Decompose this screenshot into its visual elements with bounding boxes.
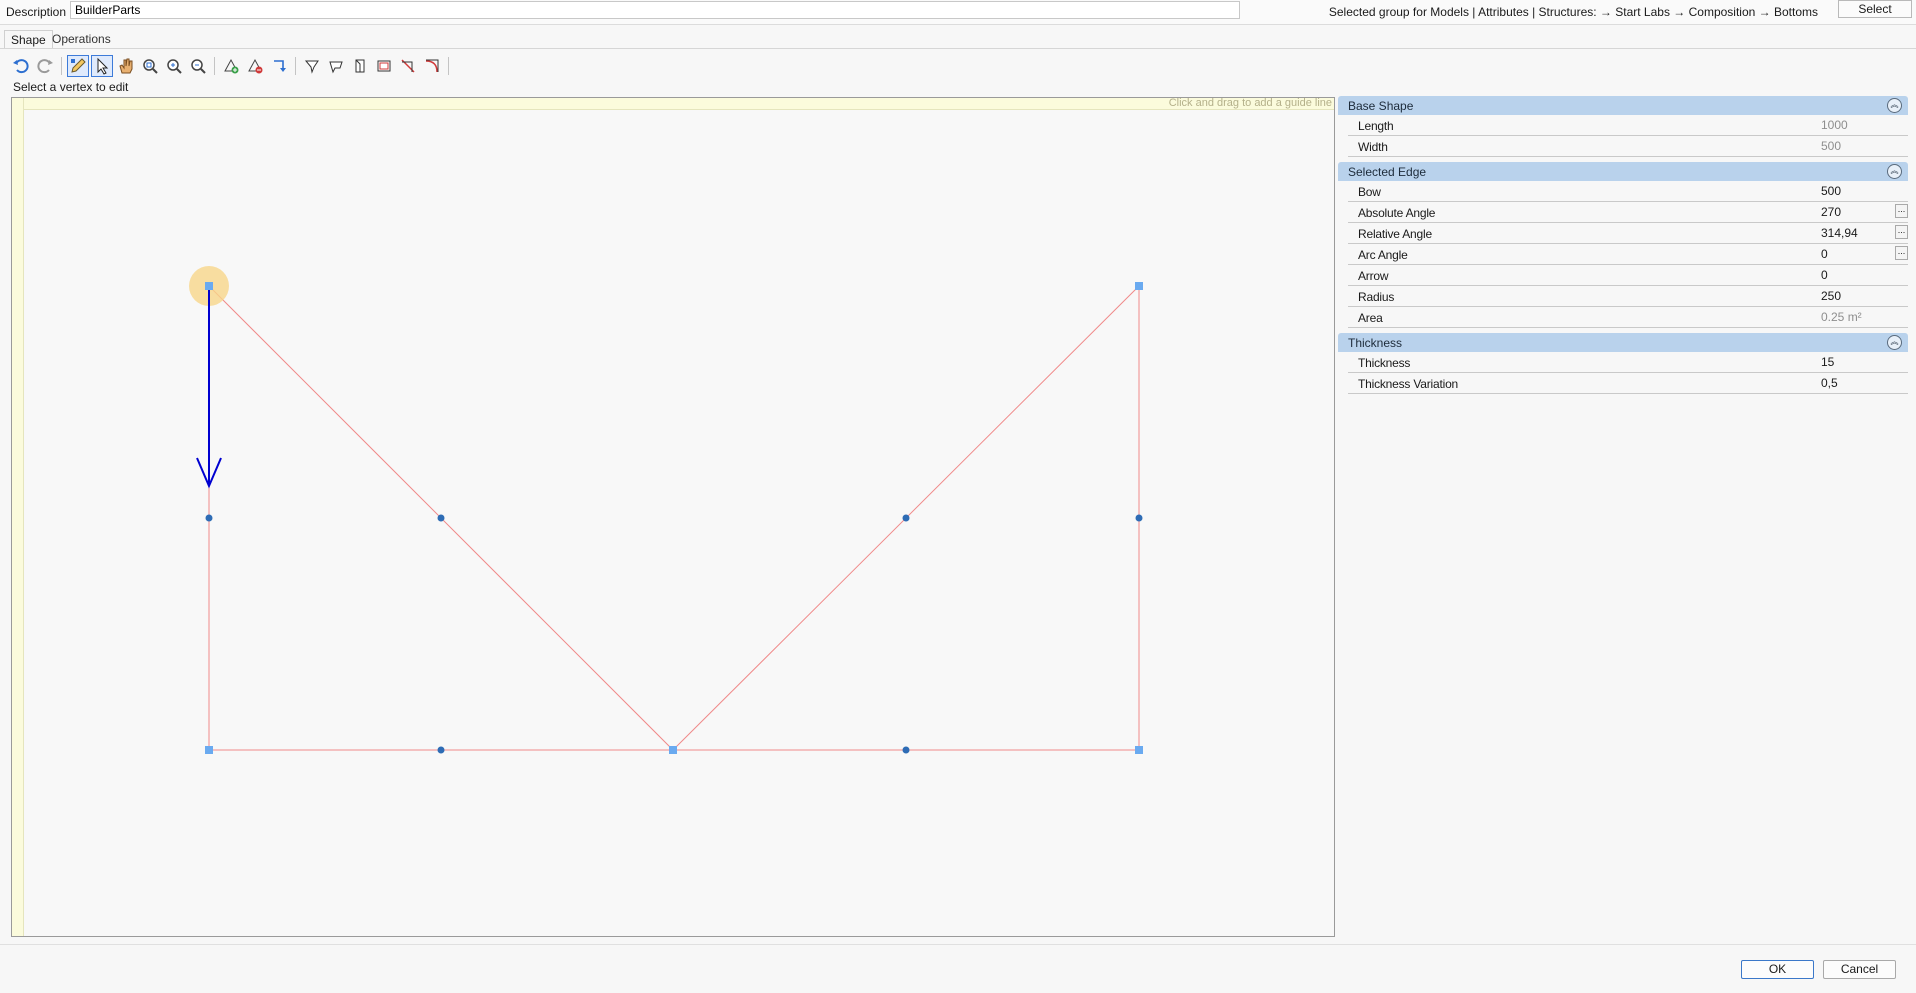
property-row-bow[interactable]: Bow 500: [1348, 181, 1908, 202]
remove-vertex-icon[interactable]: [244, 55, 266, 77]
undo-icon[interactable]: [10, 55, 32, 77]
toolbar: [10, 54, 452, 78]
select-button[interactable]: Select: [1838, 0, 1912, 18]
property-value[interactable]: 250: [1821, 289, 1841, 303]
property-value[interactable]: 0,5: [1821, 376, 1838, 390]
property-label: Relative Angle: [1358, 227, 1432, 241]
property-value[interactable]: 314,94: [1821, 226, 1858, 240]
property-label: Length: [1358, 119, 1394, 133]
edge-midpoint[interactable]: [205, 514, 213, 522]
description-input[interactable]: [70, 1, 1240, 19]
vertex-handle[interactable]: [1135, 282, 1143, 290]
shape-a-icon[interactable]: [301, 55, 323, 77]
shape-d-icon[interactable]: [373, 55, 395, 77]
ok-button[interactable]: OK: [1741, 960, 1814, 979]
ellipsis-button[interactable]: ...: [1895, 204, 1908, 218]
zoom-in-icon[interactable]: [163, 55, 185, 77]
toolbar-separator: [448, 57, 449, 75]
group-path-text: Selected group for Models | Attributes |…: [1328, 5, 1818, 19]
collapse-icon[interactable]: ︽: [1887, 164, 1902, 179]
property-value[interactable]: 270: [1821, 205, 1841, 219]
tab-operations[interactable]: Operations: [46, 30, 117, 48]
collapse-icon[interactable]: ︽: [1887, 98, 1902, 113]
property-value: 500: [1821, 139, 1842, 153]
rotate-icon[interactable]: [268, 55, 290, 77]
section-title: Selected Edge: [1348, 165, 1427, 179]
toolbar-separator: [61, 57, 62, 75]
property-row-width: Width 500: [1348, 136, 1908, 157]
ellipsis-button[interactable]: ...: [1895, 246, 1908, 260]
vertex-handle[interactable]: [1135, 746, 1143, 754]
property-row-thickness-variation[interactable]: Thickness Variation 0,5: [1348, 373, 1908, 394]
section-base-shape[interactable]: Base Shape ︽: [1338, 96, 1908, 115]
footer-divider: [0, 944, 1916, 945]
edge-midpoint[interactable]: [902, 746, 910, 754]
property-label: Thickness: [1358, 356, 1411, 370]
property-value[interactable]: 500: [1821, 184, 1841, 198]
status-hint: Select a vertex to edit: [13, 80, 129, 94]
edge-midpoint[interactable]: [437, 746, 445, 754]
pan-hand-icon[interactable]: [115, 55, 137, 77]
select-arrow-icon[interactable]: [91, 55, 113, 77]
property-label: Arc Angle: [1358, 248, 1408, 262]
shape-c-icon[interactable]: [349, 55, 371, 77]
redo-icon[interactable]: [34, 55, 56, 77]
ellipsis-button[interactable]: ...: [1895, 225, 1908, 239]
property-row-arrow[interactable]: Arrow 0: [1348, 265, 1908, 286]
property-row-relative-angle[interactable]: Relative Angle 314,94 ...: [1348, 223, 1908, 244]
add-vertex-icon[interactable]: [220, 55, 242, 77]
property-label: Absolute Angle: [1358, 206, 1436, 220]
property-value: 0.25 m²: [1821, 310, 1862, 324]
cancel-button[interactable]: Cancel: [1823, 960, 1896, 979]
property-label: Arrow: [1358, 269, 1389, 283]
property-row-absolute-angle[interactable]: Absolute Angle 270 ...: [1348, 202, 1908, 223]
toolbar-separator: [295, 57, 296, 75]
shape-outline: [208, 284, 1140, 751]
vertex-handle[interactable]: [205, 282, 213, 290]
property-label: Area: [1358, 311, 1383, 325]
property-value[interactable]: 0: [1821, 268, 1828, 282]
property-label: Radius: [1358, 290, 1395, 304]
property-row-thickness[interactable]: Thickness 15: [1348, 352, 1908, 373]
properties-panel: Base Shape ︽ Length 1000 Width 500 Selec…: [1338, 96, 1908, 394]
toolbar-separator: [214, 57, 215, 75]
property-label: Bow: [1358, 185, 1381, 199]
zoom-fit-icon[interactable]: [139, 55, 161, 77]
section-title: Base Shape: [1348, 99, 1414, 113]
property-row-length: Length 1000: [1348, 115, 1908, 136]
description-label: Description: [6, 5, 67, 19]
cut-arc-icon[interactable]: [421, 55, 443, 77]
property-row-area: Area 0.25 m²: [1348, 307, 1908, 328]
section-selected-edge[interactable]: Selected Edge ︽: [1338, 162, 1908, 181]
zoom-out-icon[interactable]: [187, 55, 209, 77]
section-thickness[interactable]: Thickness ︽: [1338, 333, 1908, 352]
property-row-radius[interactable]: Radius 250: [1348, 286, 1908, 307]
property-row-arc-angle[interactable]: Arc Angle 0 ...: [1348, 244, 1908, 265]
property-value[interactable]: 0: [1821, 247, 1828, 261]
property-value[interactable]: 15: [1821, 355, 1834, 369]
collapse-icon[interactable]: ︽: [1887, 335, 1902, 350]
edge-midpoint[interactable]: [1135, 514, 1143, 522]
shape-b-icon[interactable]: [325, 55, 347, 77]
cut-line-icon[interactable]: [397, 55, 419, 77]
property-value: 1000: [1821, 118, 1848, 132]
property-label: Width: [1358, 140, 1388, 154]
vertex-handle[interactable]: [669, 746, 677, 754]
vertex-handle[interactable]: [205, 746, 213, 754]
edge-midpoint[interactable]: [902, 514, 910, 522]
edge-midpoint[interactable]: [437, 514, 445, 522]
shape-drawing[interactable]: [12, 98, 1334, 936]
tab-divider: [0, 48, 1916, 49]
section-title: Thickness: [1348, 336, 1403, 350]
property-label: Thickness Variation: [1358, 377, 1459, 391]
edit-vertex-icon[interactable]: [67, 55, 89, 77]
